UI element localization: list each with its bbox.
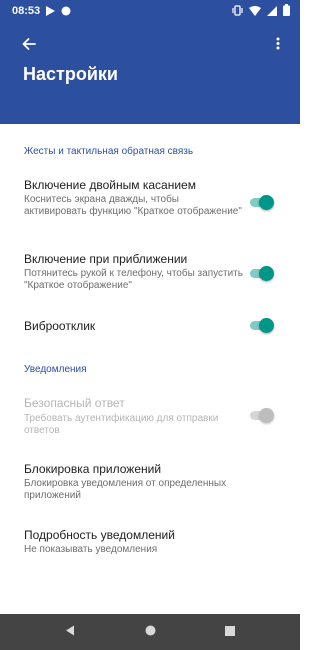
recents-icon [225, 623, 235, 641]
setting-haptic-feedback[interactable]: Виброотклик [0, 310, 300, 342]
proximity-switch[interactable] [250, 266, 274, 281]
status-time: 08:53 [12, 5, 41, 17]
status-right-icons [232, 3, 290, 21]
nav-recents-button[interactable] [222, 624, 238, 640]
setting-title: Блокировка приложений [24, 462, 162, 476]
setting-notification-detail[interactable]: Подробность уведомлений Не показывать ув… [0, 520, 300, 560]
setting-title: Включение при приближении [24, 252, 188, 266]
status-bar: 08:53 [0, 0, 300, 24]
arrow-back-icon [22, 37, 36, 55]
wifi-icon [249, 3, 261, 21]
setting-summary: Не показывать уведомления [24, 544, 158, 555]
setting-proximity[interactable]: Включение при приближении Потянитесь рук… [0, 244, 300, 294]
setting-summary: Потянитесь рукой к телефону, чтобы запус… [24, 268, 243, 291]
setting-summary: Коснитесь экрана дважды, чтобы активиров… [24, 194, 242, 217]
switch-thumb [259, 195, 274, 210]
more-vert-icon [276, 37, 280, 55]
setting-title: Включение двойным касанием [24, 178, 196, 192]
status-left-icons [46, 5, 71, 19]
switch-thumb [259, 266, 274, 281]
nav-home-button[interactable] [142, 624, 158, 640]
section-header-notifications: Уведомления [24, 364, 87, 375]
navigation-bar [0, 614, 300, 650]
setting-summary: Блокировка уведомления от определенных п… [24, 478, 227, 501]
home-icon [145, 623, 156, 641]
setting-app-blocking[interactable]: Блокировка приложений Блокировка уведомл… [0, 454, 300, 502]
setting-summary: Требовать аутентификацию для отправки от… [24, 413, 219, 436]
haptic-feedback-switch[interactable] [250, 318, 274, 333]
setting-title: Подробность уведомлений [24, 528, 175, 542]
signal-icon [267, 3, 277, 21]
more-options-button[interactable] [270, 34, 286, 58]
page-title: Настройки [23, 64, 118, 84]
section-header-gestures: Жесты и тактильная обратная связь [24, 146, 194, 157]
back-button[interactable] [14, 34, 44, 58]
double-tap-switch[interactable] [250, 195, 274, 210]
setting-double-tap[interactable]: Включение двойным касанием Коснитесь экр… [0, 170, 300, 220]
switch-thumb [259, 318, 274, 333]
back-icon [65, 623, 75, 641]
switch-thumb [259, 408, 274, 423]
vibrate-icon [232, 3, 243, 21]
app-bar: Настройки [0, 24, 300, 124]
secure-reply-switch [250, 408, 274, 423]
circle-notification-icon [61, 3, 71, 21]
battery-icon [283, 3, 290, 21]
play-store-icon [46, 3, 55, 21]
nav-back-button[interactable] [62, 624, 78, 640]
setting-title: Безопасный ответ [24, 396, 125, 410]
setting-title: Виброотклик [24, 319, 96, 333]
setting-secure-reply: Безопасный ответ Требовать аутентификаци… [0, 388, 300, 436]
